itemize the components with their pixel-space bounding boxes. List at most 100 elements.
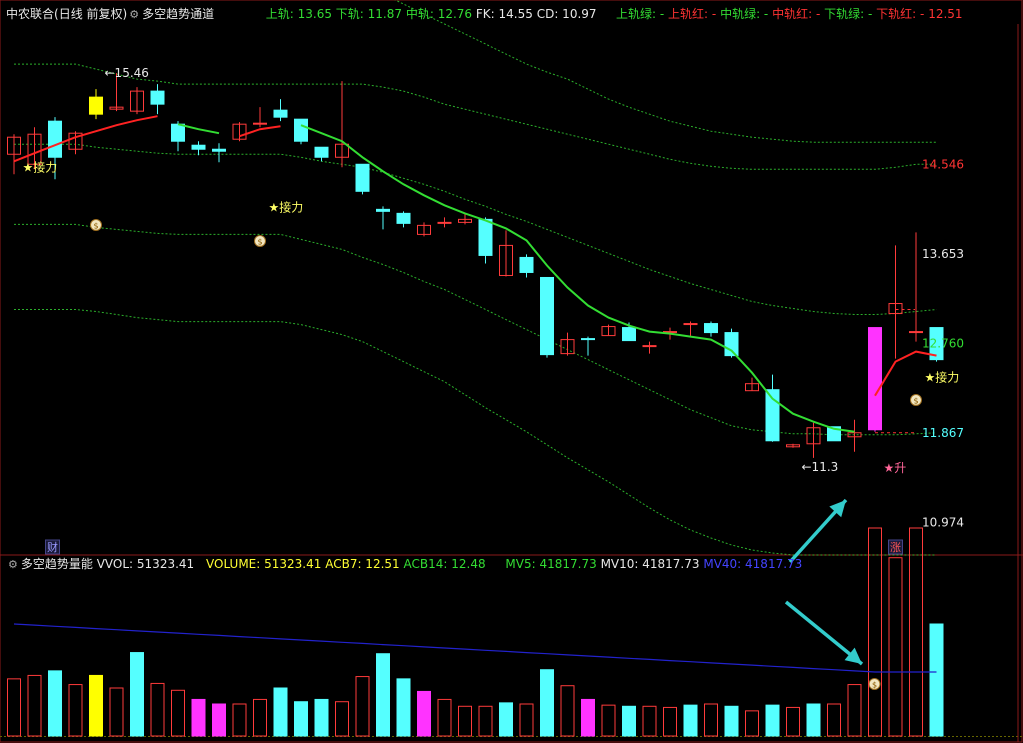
candle-body-up <box>437 221 452 224</box>
volume-bar <box>499 702 513 737</box>
volume-indicator-header: ⚙ 多空趋势量能 VVOL: 51323.41 VOLUME: 51323.41 … <box>6 557 802 572</box>
volume-bar <box>868 527 882 737</box>
candle-body-down <box>355 163 370 192</box>
trend-line-green <box>300 124 855 433</box>
candle <box>150 84 165 115</box>
mv10-value: MV10: 41817.73 <box>600 557 700 571</box>
volume-bar <box>396 678 411 737</box>
candle-body-up <box>89 96 103 115</box>
cd-band-line <box>14 309 937 556</box>
legend-upper-red: 上轨红: - <box>668 7 717 21</box>
badge: 财 <box>45 539 60 555</box>
volume-bar <box>909 527 923 737</box>
volume-bar <box>253 698 267 737</box>
candle <box>868 327 882 432</box>
volume-bar <box>109 687 124 737</box>
badge-text: 财 <box>47 540 58 554</box>
candle-body-down <box>171 123 185 142</box>
candle <box>765 374 780 442</box>
volume-bar <box>663 706 677 737</box>
period-label[interactable]: (日线 前复权) <box>54 7 127 21</box>
volume-bar <box>417 690 431 737</box>
volume-bar <box>458 705 472 737</box>
chart-annotation: ★接力 <box>23 159 58 174</box>
candle-body-down <box>540 276 554 356</box>
money-bag-icon: $ <box>868 678 881 690</box>
volume-bar <box>765 704 780 737</box>
fk-value: FK: 14.55 <box>475 7 533 21</box>
candle <box>396 211 411 228</box>
candle-body-down <box>150 90 165 105</box>
candle <box>909 232 923 342</box>
volume-bar <box>478 705 493 737</box>
candle <box>273 99 288 122</box>
candle <box>191 141 206 156</box>
money-bag-icon: $ <box>90 219 102 231</box>
volume-bar <box>232 703 247 737</box>
candle <box>130 87 144 115</box>
candle <box>417 222 431 237</box>
y-tick-label: 13.653 <box>922 247 964 261</box>
main-indicator-header: 中农联合(日线 前复权) ⚙ 多空趋势通道 上轨: 13.65 下轨: 11.87 … <box>6 7 597 22</box>
acb14-value: ACB14: 12.48 <box>403 557 486 571</box>
cd-value: CD: 10.97 <box>536 7 597 21</box>
volume-bar <box>827 703 841 737</box>
candle <box>704 321 718 337</box>
badge: 涨 <box>888 539 903 555</box>
volume-bar <box>581 698 595 737</box>
acb7-value: ACB7: 12.51 <box>325 557 400 571</box>
candle-body-down <box>724 332 739 357</box>
chart-annotation: ←11.3 <box>802 460 839 474</box>
vvol-value: VVOL: 51323.41 <box>96 557 195 571</box>
legend-upper-green: 上轨绿: - <box>616 7 665 21</box>
volume-bar <box>704 703 718 737</box>
candle <box>642 341 657 354</box>
volume-indicator-name[interactable]: 多空趋势量能 <box>21 557 93 571</box>
mv5-value: MV5: 41817.73 <box>505 557 597 571</box>
volume-bar <box>806 703 821 737</box>
candle-body-down <box>294 118 308 142</box>
middle-band-value: 中轨: 12.76 <box>405 7 473 21</box>
settings-gear-icon[interactable]: ⚙ <box>129 8 139 21</box>
candle <box>601 324 616 337</box>
channel-bands <box>14 0 937 556</box>
volume-bar <box>786 706 800 737</box>
volume-bar <box>601 704 616 737</box>
y-tick-label: 11.867 <box>922 426 964 440</box>
candle <box>847 419 862 452</box>
candle <box>540 276 554 358</box>
candle <box>519 254 534 278</box>
volume-bar <box>150 682 165 737</box>
trend-line-red <box>13 115 158 163</box>
candle-body-down <box>273 109 288 118</box>
chart-canvas: $ $ $ ★接力 ★接力 ★接力 ★升 ←15.46 ←11.3 财 涨 $ 14.546 13.65… <box>0 0 1023 743</box>
candle <box>499 230 513 277</box>
volume-bar <box>27 674 42 737</box>
money-bag-symbol: $ <box>872 681 877 690</box>
y-tick-label: 10.974 <box>922 516 964 530</box>
candle <box>232 122 247 142</box>
volume-bar <box>212 703 226 737</box>
candle <box>786 443 800 448</box>
upper-band-value: 上轨: 13.65 <box>265 7 332 21</box>
candle <box>355 163 370 195</box>
volume-bar <box>519 703 534 737</box>
volume-bar <box>48 670 62 737</box>
chart-annotation: ★接力 <box>269 199 304 214</box>
candle-body-down <box>478 218 493 256</box>
candle <box>581 336 595 356</box>
mv40-line <box>13 623 937 673</box>
candle-body-down <box>581 338 595 341</box>
money-bag-symbol: $ <box>257 238 262 247</box>
settings-gear-icon[interactable]: ⚙ <box>8 558 18 571</box>
stock-name[interactable]: 中农联合 <box>6 7 54 21</box>
volume-bar <box>622 705 636 737</box>
volume-value: VOLUME: 51323.41 <box>206 557 322 571</box>
volume-bar <box>294 701 308 737</box>
band-color-legend: 上轨绿: - 上轨红: - 中轨绿: - 中轨红: - 下轨绿: - 下轨红: … <box>616 7 963 21</box>
volume-bar <box>89 674 103 737</box>
candle-body-up <box>642 345 657 348</box>
legend-last-value: 12.51 <box>928 7 963 21</box>
volume-bar <box>560 685 575 737</box>
indicator-name[interactable]: 多空趋势通道 <box>142 7 214 21</box>
